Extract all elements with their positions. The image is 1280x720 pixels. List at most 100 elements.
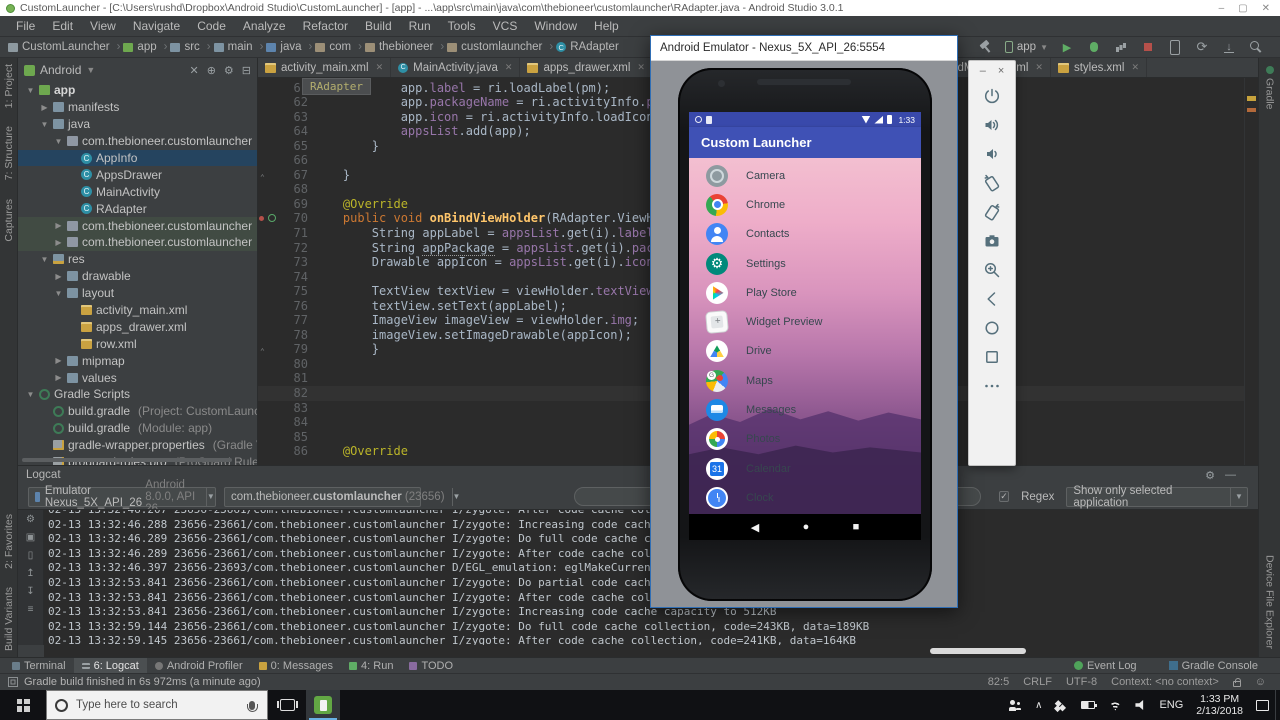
emulator-power-button[interactable] (978, 81, 1006, 110)
tree-chevron-icon[interactable]: ▼ (40, 120, 49, 129)
show-desktop-button[interactable] (1275, 690, 1280, 720)
project-view-selector[interactable]: Android (40, 63, 81, 77)
tree-node-build-gradle[interactable]: build.gradle(Project: CustomLauncher) (18, 403, 257, 420)
tool-button-gradle[interactable]: Gradle (1264, 78, 1276, 110)
start-button[interactable] (0, 690, 46, 720)
debug-icon[interactable] (1086, 39, 1102, 55)
emulator-back-button[interactable] (978, 284, 1006, 313)
emulator-volume-up-button[interactable] (978, 110, 1006, 139)
search-everywhere-icon[interactable] (1248, 39, 1264, 55)
run-config-select[interactable]: app▼ (1005, 39, 1048, 55)
tree-node-mainactivity[interactable]: CMainActivity (18, 183, 257, 200)
context-indicator[interactable]: Context: <no context> (1111, 676, 1219, 688)
minimize-icon[interactable]: — (1225, 469, 1236, 482)
project-horizontal-scrollbar[interactable] (22, 458, 232, 462)
taskbar-search[interactable]: Type here to search (46, 690, 268, 720)
locate-icon[interactable]: ⊕ (207, 64, 216, 77)
app-row-calendar[interactable]: 31Calendar (689, 454, 921, 483)
tree-chevron-icon[interactable]: ▼ (54, 137, 63, 146)
app-row-maps[interactable]: Maps (689, 366, 921, 395)
caret-position[interactable]: 82:5 (988, 676, 1009, 688)
maximize-icon[interactable]: ▢ (1238, 3, 1247, 14)
minimize-icon[interactable]: – (1219, 3, 1225, 14)
build-hammer-icon[interactable] (978, 39, 994, 55)
avd-manager-icon[interactable] (1167, 39, 1183, 55)
collapse-all-icon[interactable]: ⊟ (242, 64, 251, 77)
close-icon[interactable]: ✕ (1262, 3, 1270, 14)
tool-button-terminal[interactable]: Terminal (4, 658, 74, 673)
process-select[interactable]: com.thebioneer.customlauncher (23656) ▼ (224, 487, 421, 507)
menu-item-view[interactable]: View (82, 17, 124, 35)
emulator-titlebar[interactable]: Android Emulator - Nexus_5X_API_26:5554 (651, 36, 957, 61)
task-view-button[interactable] (268, 690, 306, 720)
regex-checkbox[interactable]: ✓ (999, 491, 1009, 502)
breadcrumb-item-thebioneer[interactable]: thebioneer› (365, 41, 444, 53)
close-icon[interactable]: ✕ (1131, 62, 1139, 73)
close-icon[interactable]: ✕ (376, 62, 384, 73)
overview-button[interactable]: ■ (853, 521, 860, 533)
tree-node-com-thebioneer-customlauncher[interactable]: ▶com.thebioneer.customlauncher(android… (18, 217, 257, 234)
tree-node-com-thebioneer-customlauncher[interactable]: ▶com.thebioneer.customlauncher(test) (18, 234, 257, 251)
tree-chevron-icon[interactable]: ▶ (54, 221, 63, 230)
emulator-home-button[interactable] (978, 313, 1006, 342)
menu-item-navigate[interactable]: Navigate (125, 17, 188, 35)
people-icon[interactable] (1009, 700, 1022, 711)
tool-button-build-variants[interactable]: Build Variants (3, 587, 15, 651)
menu-item-analyze[interactable]: Analyze (235, 17, 294, 35)
snapshot-icon[interactable]: ▣ (26, 532, 35, 543)
menu-item-build[interactable]: Build (357, 17, 400, 35)
editor-tab-activity-main-xml[interactable]: activity_main.xml✕ (258, 58, 391, 77)
stop-icon[interactable] (1140, 39, 1156, 55)
gear-icon[interactable]: ⚙ (1205, 469, 1215, 482)
breadcrumb-item-main[interactable]: main› (214, 41, 264, 53)
taskbar-clock[interactable]: 1:33 PM 2/13/2018 (1196, 693, 1243, 717)
tree-node-gradle-wrapper-properties[interactable]: gradle-wrapper.properties(Gradle Version… (18, 437, 257, 454)
logcat-filter-select[interactable]: Show only selected application ▼ (1066, 487, 1248, 507)
hector-icon[interactable]: ☺ (1255, 676, 1266, 688)
tool-button--structure[interactable]: 7: Structure (3, 126, 15, 180)
breadcrumb-item-customlauncher[interactable]: CustomLauncher› (8, 41, 120, 53)
menu-item-code[interactable]: Code (189, 17, 234, 35)
device-select[interactable]: Emulator Nexus_5X_API_26 Android 8.0.0, … (28, 487, 216, 507)
emulator-minimize-button[interactable]: – (980, 65, 986, 77)
app-row-messages[interactable]: Messages (689, 395, 921, 424)
tool-button-captures[interactable]: Captures (3, 199, 15, 242)
tree-node-appsdrawer[interactable]: CAppsDrawer (18, 166, 257, 183)
lock-icon[interactable] (1233, 681, 1241, 687)
tree-node-build-gradle[interactable]: build.gradle(Module: app) (18, 420, 257, 437)
tree-node-drawable[interactable]: ▶drawable (18, 268, 257, 285)
home-button[interactable]: ● (803, 521, 810, 533)
app-row-clock[interactable]: Clock (689, 483, 921, 512)
scroll-down-icon[interactable]: ↧ (26, 586, 34, 597)
app-row-contacts[interactable]: Contacts (689, 220, 921, 249)
trash-icon[interactable]: ▯ (28, 550, 34, 561)
tree-chevron-icon[interactable]: ▶ (54, 272, 63, 281)
back-button[interactable]: ◀ (751, 521, 759, 534)
emulator-zoom-button[interactable] (978, 255, 1006, 284)
tree-node-java[interactable]: ▼java (18, 116, 257, 133)
event-log-button[interactable]: Event Log (1066, 660, 1145, 672)
breadcrumb-item-src[interactable]: src› (170, 41, 210, 53)
file-encoding[interactable]: UTF-8 (1066, 676, 1097, 688)
menu-item-window[interactable]: Window (526, 17, 585, 35)
close-icon[interactable]: ✕ (637, 62, 645, 73)
tree-chevron-icon[interactable]: ▼ (26, 86, 35, 95)
menu-item-help[interactable]: Help (586, 17, 627, 35)
tree-node-manifests[interactable]: ▶manifests (18, 99, 257, 116)
tree-node-gradle-scripts[interactable]: ▼Gradle Scripts (18, 386, 257, 403)
menu-item-run[interactable]: Run (401, 17, 439, 35)
emulator-overview-button[interactable] (978, 342, 1006, 371)
wifi-icon[interactable] (1108, 700, 1122, 711)
circle-cross-icon[interactable]: ✕ (189, 64, 198, 77)
override-marker-icon[interactable] (268, 214, 276, 222)
tree-chevron-icon[interactable]: ▼ (54, 289, 63, 298)
app-row-camera[interactable]: Camera (689, 161, 921, 190)
tree-node-mipmap[interactable]: ▶mipmap (18, 352, 257, 369)
tool-button--project[interactable]: 1: Project (3, 64, 15, 108)
editor-tab-mainactivity-java[interactable]: CMainActivity.java✕ (391, 58, 520, 77)
language-indicator[interactable]: ENG (1159, 699, 1183, 711)
tool-button-android-profiler[interactable]: Android Profiler (147, 658, 251, 673)
menu-item-file[interactable]: File (8, 17, 43, 35)
microphone-icon[interactable] (249, 701, 255, 710)
scroll-up-icon[interactable]: ↥ (26, 568, 34, 579)
